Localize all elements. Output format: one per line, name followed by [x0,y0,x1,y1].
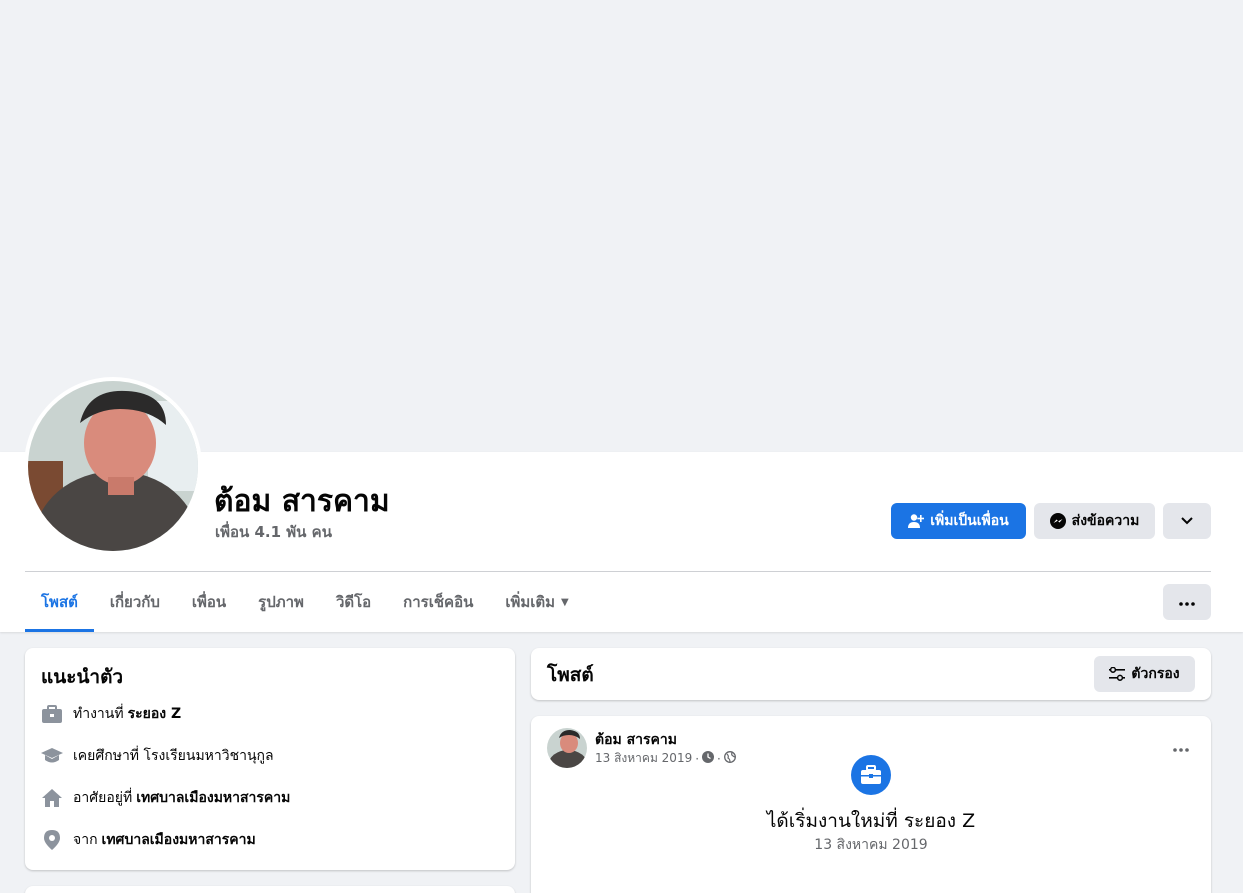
post-author-name[interactable]: ต้อม สารคาม [595,729,677,751]
briefcase-icon [41,703,63,725]
add-friend-icon [908,513,925,529]
tab-checkins[interactable]: การเช็คอิน [387,572,489,632]
tabs-more-button[interactable] [1163,584,1211,620]
tab-about[interactable]: เกี่ยวกับ [94,572,176,632]
chevron-down-icon [1181,513,1193,529]
post-meta: 13 สิงหาคม 2019 · · [595,749,736,768]
profile-more-button[interactable] [1163,503,1211,539]
globe-icon [723,751,736,766]
profile-tabs: โพสต์ เกี่ยวกับ เพื่อน รูปภาพ วิดีโอ การ… [25,572,585,632]
intro-work: ทำงานที่ ระยอง Z [41,703,181,725]
ellipsis-icon [1173,737,1189,756]
intro-lives-in-place[interactable]: เทศบาลเมืองมหาสารคาม [136,787,290,809]
location-pin-icon [41,829,63,851]
photos-card [25,886,515,893]
tab-photos[interactable]: รูปภาพ [242,572,320,632]
life-event-title: ได้เริ่มงานใหม่ที่ ระยอง Z [766,810,976,832]
home-icon [41,787,63,809]
filter-label: ตัวกรอง [1131,666,1180,682]
intro-from-place[interactable]: เทศบาลเมืองมหาสารคาม [102,829,256,851]
posts-title: โพสต์ [547,664,594,686]
filter-sliders-icon [1109,667,1126,681]
tab-more[interactable]: เพิ่มเติม ▼ [489,572,584,632]
post-date[interactable]: 13 สิงหาคม 2019 [595,749,692,768]
caret-down-icon: ▼ [561,596,569,608]
add-friend-button[interactable]: เพิ่มเป็นเพื่อน [891,503,1026,539]
life-event-date: 13 สิงหาคม 2019 [814,837,928,853]
intro-from: จาก เทศบาลเมืองมหาสารคาม [41,829,256,851]
clock-icon [702,751,715,766]
posts-header-card: โพสต์ ตัวกรอง [531,648,1211,700]
intro-education: เคยศึกษาที่ โรงเรียนมหาวิชานุกูล [41,745,274,767]
tab-videos[interactable]: วิดีโอ [320,572,387,632]
message-label: ส่งข้อความ [1071,513,1140,529]
filter-button[interactable]: ตัวกรอง [1094,656,1195,692]
cover-photo[interactable] [0,0,1243,452]
life-event-briefcase-icon [851,755,891,795]
intro-lives-in: อาศัยอยู่ที่ เทศบาลเมืองมหาสารคาม [41,787,290,809]
profile-name: ต้อม สารคาม [214,484,390,519]
post-options-button[interactable] [1167,732,1195,760]
post-author-avatar[interactable] [547,728,587,768]
ellipsis-icon [1179,594,1195,610]
intro-card: แนะนำตัว ทำงานที่ ระยอง Z เคยศึกษาที่ โร… [25,648,515,870]
post-card: ต้อม สารคาม 13 สิงหาคม 2019 · · ได้เริ่ม… [531,716,1211,893]
graduation-cap-icon [41,745,63,767]
avatar-photo [28,381,198,551]
add-friend-label: เพิ่มเป็นเพื่อน [930,513,1009,529]
profile-avatar[interactable] [24,377,202,555]
messenger-icon [1049,513,1066,529]
intro-title: แนะนำตัว [41,666,124,688]
friends-count[interactable]: เพื่อน 4.1 พัน คน [215,520,332,544]
tab-friends[interactable]: เพื่อน [176,572,242,632]
tab-posts[interactable]: โพสต์ [25,572,94,632]
message-button[interactable]: ส่งข้อความ [1034,503,1155,539]
intro-work-place[interactable]: ระยอง Z [128,703,182,725]
